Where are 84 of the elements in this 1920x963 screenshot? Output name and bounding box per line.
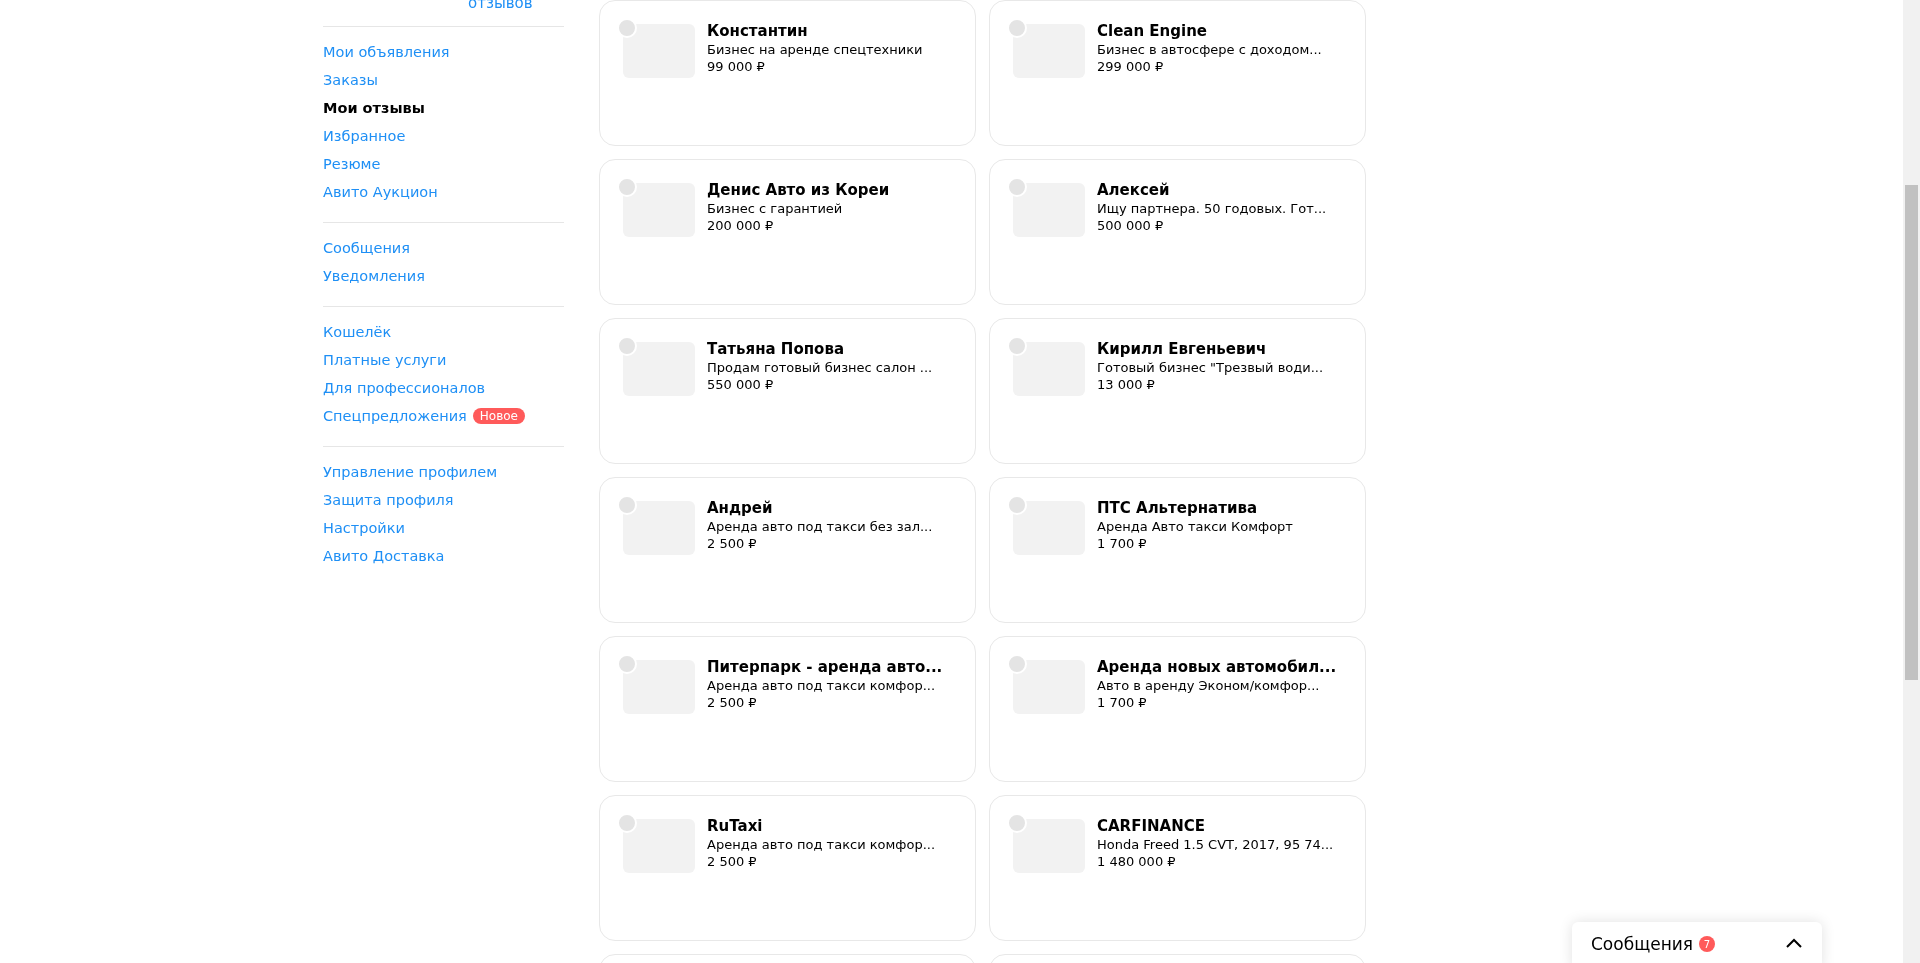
reviews-link[interactable]: отзывов	[468, 0, 564, 10]
listing-description: Honda Freed 1.5 CVT, 2017, 95 74...	[1097, 837, 1334, 852]
sidebar-link[interactable]: Для профессионалов	[323, 380, 486, 396]
listing-card[interactable]: Аренда новых автомобил... Авто в аренду Эконом/комфор... 1 700 ₽	[989, 636, 1366, 782]
listing-card[interactable]: RuTaxi Аренда авто под такси комфор... 2 500 ₽	[599, 795, 976, 941]
listing-card[interactable]: CARFINANCE Honda Freed 1.5 CVT, 2017, 95 74... 1 480 000 ₽	[989, 795, 1366, 941]
avatar-placeholder	[1007, 654, 1027, 674]
listing-price: 200 000 ₽	[707, 218, 775, 233]
avatar-placeholder	[617, 654, 637, 674]
messages-title: Сообщения	[1591, 934, 1694, 954]
listing-price: 550 000 ₽	[707, 377, 775, 392]
sidebar-link[interactable]: Мои отзывы	[323, 100, 425, 116]
sidebar-link[interactable]: Заказы	[323, 72, 378, 88]
listing-price: 500 000 ₽	[1097, 218, 1165, 233]
listing-card[interactable]: ПТС Альтернатива Аренда Авто такси Комфорт 1 700 ₽	[989, 477, 1366, 623]
seller-name: RuTaxi	[707, 817, 764, 835]
seller-name: Clean Engine	[1097, 22, 1208, 40]
listing-price: 1 700 ₽	[1097, 536, 1148, 551]
chevron-up-icon[interactable]	[1786, 938, 1802, 948]
seller-name: Татьяна Попова	[707, 340, 845, 358]
avatar-placeholder	[617, 336, 637, 356]
listing-price: 2 500 ₽	[707, 854, 758, 869]
sidebar-link[interactable]: Настройки	[323, 520, 405, 536]
listing-price: 1 480 000 ₽	[1097, 854, 1177, 869]
seller-name: Аренда новых автомобил...	[1097, 658, 1337, 676]
sidebar-link[interactable]: Авито Доставка	[323, 548, 445, 564]
listing-price: 2 500 ₽	[707, 695, 758, 710]
listing-description: Продам готовый бизнес салон ...	[707, 360, 933, 375]
listing-description: Аренда авто под такси комфор...	[707, 678, 937, 693]
listing-price: 299 000 ₽	[1097, 59, 1165, 74]
listing-description: Готовый бизнес "Трезвый води...	[1097, 360, 1324, 375]
listing-description: Аренда Авто такси Комфорт	[1097, 519, 1293, 534]
avatar-placeholder	[617, 813, 637, 833]
sidebar-link[interactable]: Избранное	[323, 128, 406, 144]
sidebar-link[interactable]: Кошелёк	[323, 324, 392, 340]
listing-description: Аренда авто под такси комфор...	[707, 837, 936, 852]
scrollbar-thumb[interactable]	[1905, 185, 1918, 680]
avatar-placeholder	[1007, 813, 1027, 833]
sidebar-link[interactable]: Платные услуги	[323, 352, 447, 368]
sidebar-link[interactable]: Защита профиля	[323, 492, 454, 508]
sidebar-link[interactable]: Уведомления	[323, 268, 425, 284]
listing-price: 13 000 ₽	[1097, 377, 1156, 392]
listing-price: 99 000 ₽	[707, 59, 766, 74]
listing-card[interactable]: Константин Бизнес на аренде спецтехники 99 000 ₽	[599, 0, 976, 146]
avatar-placeholder	[617, 177, 637, 197]
sidebar-link[interactable]: Спецпредложения	[323, 408, 467, 424]
seller-name: Кирилл Евгеньевич	[1097, 340, 1268, 358]
avatar-placeholder	[1007, 495, 1027, 515]
listing-card[interactable]: Татьяна Попова Продам готовый бизнес салон ... 550 000 ₽	[599, 318, 976, 464]
sidebar-link[interactable]: Авито Аукцион	[323, 184, 438, 200]
listing-description: Аренда авто под такси без зал...	[707, 519, 933, 534]
messages-widget[interactable]: Сообщения 7	[1572, 922, 1822, 963]
avatar-placeholder	[617, 495, 637, 515]
scrollbar[interactable]	[1903, 0, 1920, 963]
listing-card[interactable]: Денис Авто из Кореи Бизнес с гарантией 200 000 ₽	[599, 159, 976, 305]
seller-name: Питерпарк - аренда авто...	[707, 658, 943, 676]
listing-description: Бизнес с гарантией	[707, 201, 844, 216]
sidebar-link[interactable]: Управление профилем	[323, 464, 498, 480]
seller-name: Андрей	[707, 499, 774, 517]
sidebar-link[interactable]: Мои объявления	[323, 44, 450, 60]
listing-price: 1 700 ₽	[1097, 695, 1148, 710]
listing-description: Ищу партнера. 50 годовых. Гот...	[1097, 201, 1327, 216]
seller-name: CARFINANCE	[1097, 817, 1206, 835]
listing-card[interactable]: Алексей Ищу партнера. 50 годовых. Гот... 500 000 ₽	[989, 159, 1366, 305]
seller-name: ПТС Альтернатива	[1097, 499, 1258, 517]
avatar-placeholder	[617, 18, 637, 38]
listing-card[interactable]: Андрей Аренда авто под такси без зал... 2 500 ₽	[599, 477, 976, 623]
new-badge: Новое	[472, 408, 525, 424]
listing-price: 2 500 ₽	[707, 536, 758, 551]
sidebar-link[interactable]: Сообщения	[323, 240, 410, 256]
sidebar-link[interactable]: Резюме	[323, 156, 381, 172]
listing-description: Бизнес на аренде спецтехники	[707, 42, 923, 57]
unread-count: 7	[1699, 936, 1716, 952]
listing-description: Авто в аренду Эконом/комфор...	[1097, 678, 1321, 693]
seller-name: Константин	[707, 22, 809, 40]
avatar-placeholder	[1007, 18, 1027, 38]
listing-card[interactable]: Кирилл Евгеньевич Готовый бизнес "Трезвый води... 13 000 ₽	[989, 318, 1366, 464]
listing-card[interactable]: Clean Engine Бизнес в автосфере с доходом... 299 000 ₽	[989, 0, 1366, 146]
avatar-placeholder	[1007, 336, 1027, 356]
listing-description: Бизнес в автосфере с доходом...	[1097, 42, 1322, 57]
seller-name: Денис Авто из Кореи	[707, 181, 890, 199]
avatar-placeholder	[1007, 177, 1027, 197]
listing-card[interactable]: Питерпарк - аренда авто... Аренда авто под такси комфор... 2 500 ₽	[599, 636, 976, 782]
seller-name: Алексей	[1097, 181, 1171, 199]
